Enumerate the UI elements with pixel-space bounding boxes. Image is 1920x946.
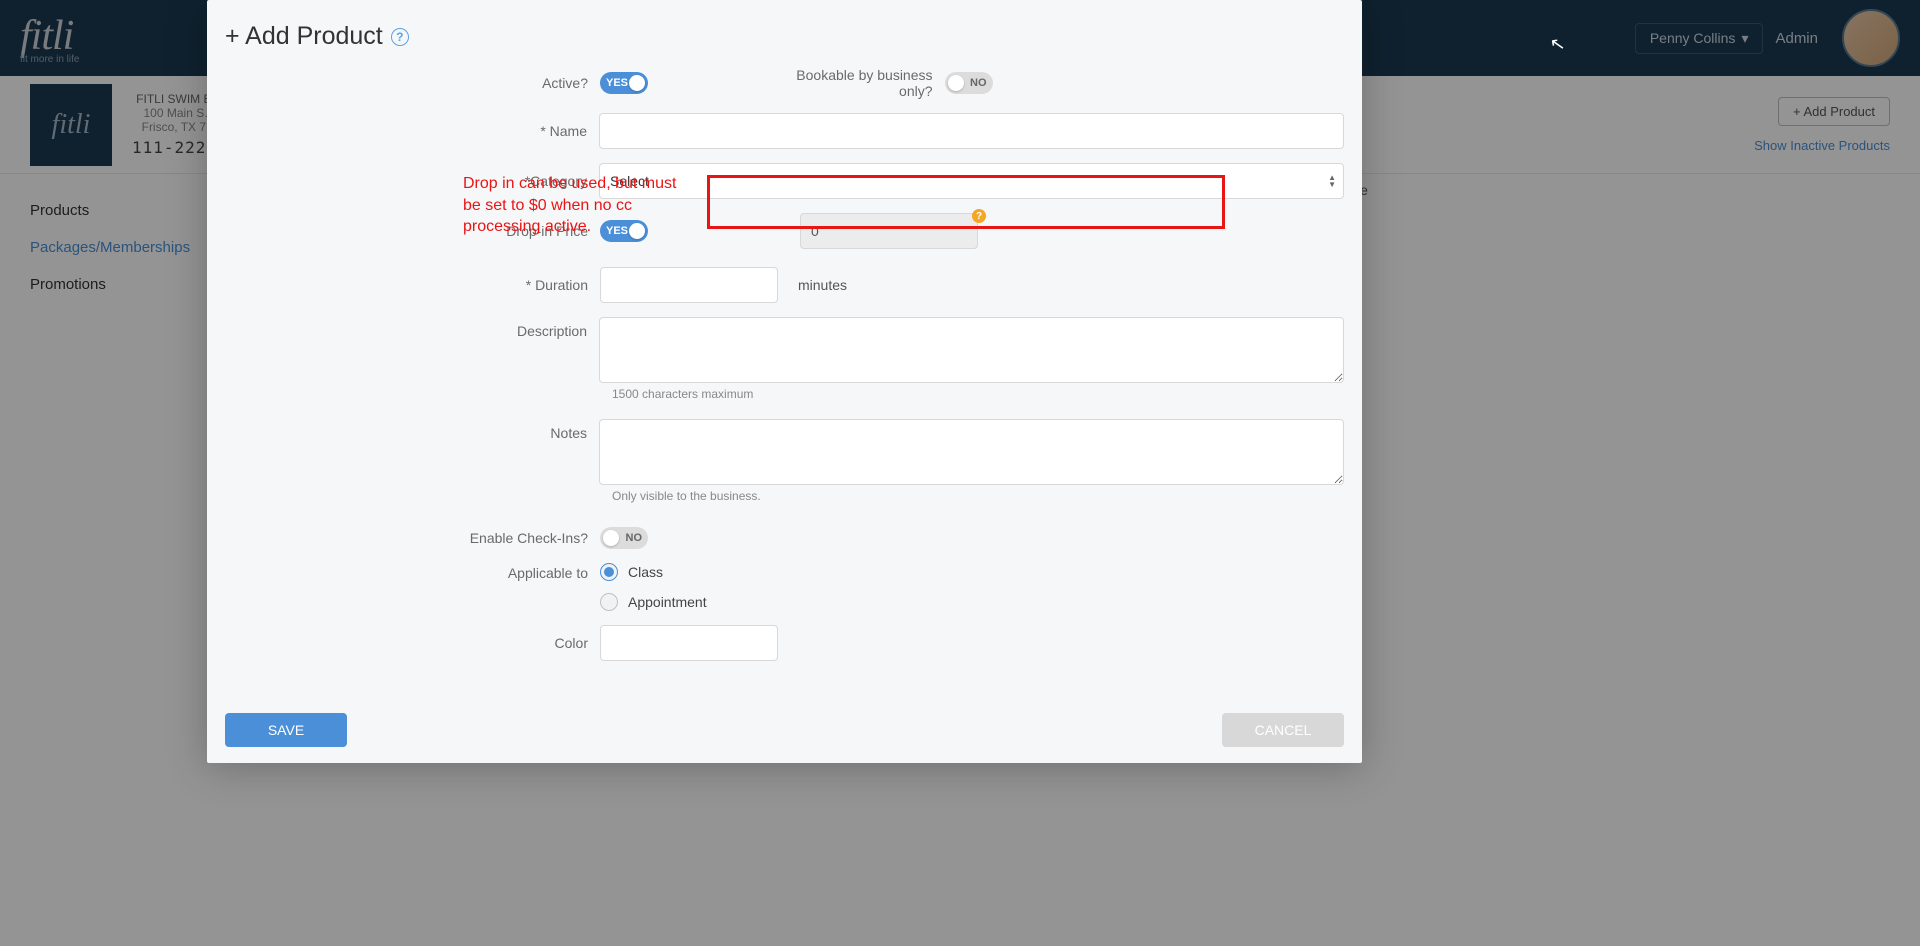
toggle-knob xyxy=(603,530,619,546)
label-checkins: Enable Check-Ins? xyxy=(225,530,600,546)
label-bookable: Bookable by business only? xyxy=(785,67,945,99)
cancel-button[interactable]: CANCEL xyxy=(1222,713,1344,747)
warning-icon[interactable]: ? xyxy=(972,209,986,223)
toggle-knob xyxy=(629,75,645,91)
radio-appointment-label: Appointment xyxy=(628,594,707,610)
toggle-checkins[interactable]: NO xyxy=(600,527,648,549)
color-input[interactable] xyxy=(600,625,778,661)
row-dropin: Drop-in Price YES ? xyxy=(225,213,1344,249)
toggle-bookable[interactable]: NO xyxy=(945,72,993,94)
modal-footer: SAVE CANCEL xyxy=(207,697,1362,763)
toggle-bookable-text: NO xyxy=(970,77,987,89)
row-active-bookable: Active? YES Bookable by business only? N… xyxy=(225,67,1344,99)
radio-icon xyxy=(600,593,618,611)
row-category: *Category Select ▲▼ xyxy=(225,163,1344,199)
radio-class-label: Class xyxy=(628,564,663,580)
toggle-active[interactable]: YES xyxy=(600,72,648,94)
label-description: Description xyxy=(225,317,599,339)
save-button[interactable]: SAVE xyxy=(225,713,347,747)
radio-appointment[interactable]: Appointment xyxy=(600,593,707,611)
radio-class[interactable]: Class xyxy=(600,563,707,581)
name-input[interactable] xyxy=(599,113,1344,149)
dropin-price-input xyxy=(800,213,978,249)
notes-hint: Only visible to the business. xyxy=(612,489,1344,503)
label-active: Active? xyxy=(225,75,600,91)
row-notes: Notes xyxy=(225,419,1344,485)
description-input[interactable] xyxy=(599,317,1344,383)
row-description: Description xyxy=(225,317,1344,383)
row-duration: * Duration minutes xyxy=(225,267,1344,303)
row-color: Color xyxy=(225,625,1344,661)
toggle-knob xyxy=(948,75,964,91)
duration-input[interactable] xyxy=(600,267,778,303)
toggle-active-text: YES xyxy=(606,77,628,89)
description-hint: 1500 characters maximum xyxy=(612,387,1344,401)
label-notes: Notes xyxy=(225,419,599,441)
add-product-modal: + Add Product ? Drop in can be used, but… xyxy=(207,0,1362,763)
help-icon[interactable]: ? xyxy=(391,28,409,46)
category-select[interactable]: Select xyxy=(599,163,1344,199)
label-duration: * Duration xyxy=(225,277,600,293)
radio-icon xyxy=(600,563,618,581)
row-applicable: Applicable to Class Appointment xyxy=(225,563,1344,611)
form-area: Active? YES Bookable by business only? N… xyxy=(207,67,1362,661)
notes-input[interactable] xyxy=(599,419,1344,485)
label-name: * Name xyxy=(225,123,599,139)
label-color: Color xyxy=(225,635,600,651)
row-name: * Name xyxy=(225,113,1344,149)
row-checkins: Enable Check-Ins? NO xyxy=(225,527,1344,549)
toggle-checkins-text: NO xyxy=(626,532,643,544)
duration-unit: minutes xyxy=(798,277,847,293)
annotation-text: Drop in can be used, but must be set to … xyxy=(463,173,693,238)
modal-title: + Add Product xyxy=(225,22,383,51)
label-applicable: Applicable to xyxy=(225,563,600,581)
modal-header: + Add Product ? xyxy=(207,0,1362,67)
